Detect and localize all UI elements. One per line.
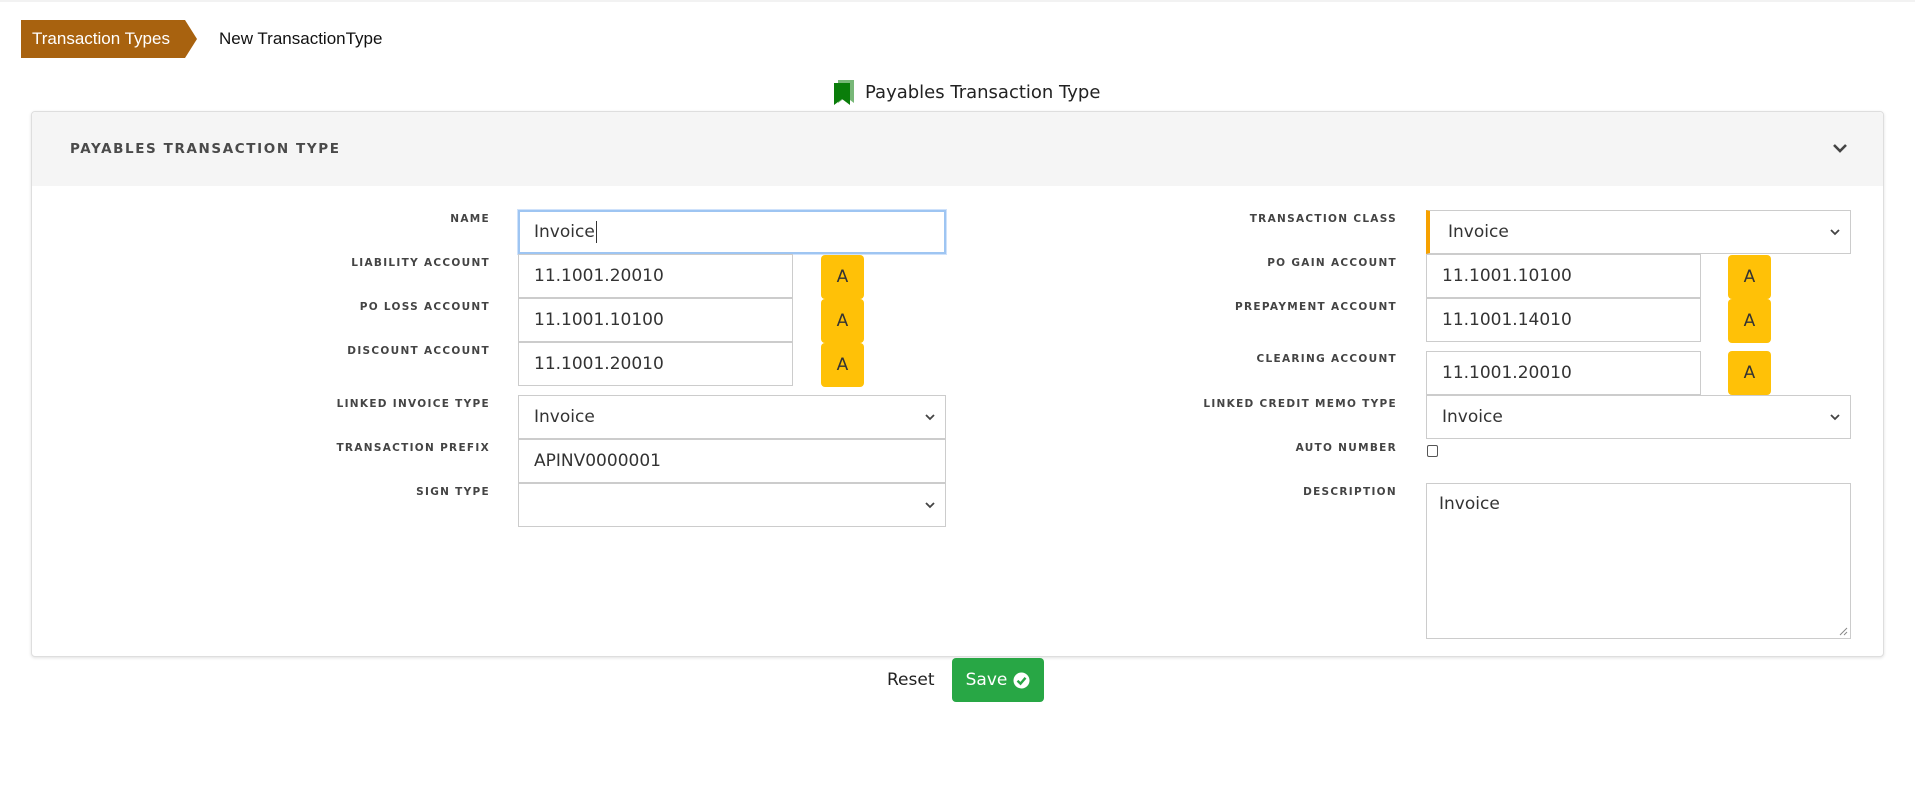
text-cursor: [595, 221, 597, 243]
page-title: Payables Transaction Type: [832, 78, 1100, 106]
linked-credit-memo-type-label: LINKED CREDIT MEMO TYPE: [1203, 398, 1397, 410]
description-textarea[interactable]: Invoice: [1426, 483, 1851, 639]
clearing-account-label: CLEARING ACCOUNT: [1256, 353, 1397, 365]
discount-account-label: DISCOUNT ACCOUNT: [347, 345, 490, 357]
name-input[interactable]: Invoice: [518, 210, 946, 254]
po-loss-account-lookup-button[interactable]: A: [821, 299, 864, 343]
description-value: Invoice: [1439, 494, 1500, 514]
page-title-text: Payables Transaction Type: [865, 81, 1101, 103]
save-label: Save: [965, 670, 1008, 690]
transaction-prefix-label: TRANSACTION PREFIX: [336, 442, 490, 454]
transaction-class-value: Invoice: [1448, 222, 1509, 242]
breadcrumb-current: New TransactionType: [219, 29, 383, 48]
liability-account-label: LIABILITY ACCOUNT: [351, 257, 490, 269]
resize-grip-icon[interactable]: [1838, 626, 1848, 636]
reset-button[interactable]: Reset: [887, 667, 935, 693]
transaction-prefix-input[interactable]: APINV0000001: [518, 439, 946, 483]
sign-type-select[interactable]: [518, 483, 946, 527]
top-divider: [0, 0, 1915, 2]
breadcrumb-transaction-types[interactable]: Transaction Types: [21, 20, 197, 58]
prepayment-account-input[interactable]: 11.1001.14010: [1426, 298, 1701, 342]
linked-invoice-type-select[interactable]: Invoice: [518, 395, 946, 439]
transaction-class-select[interactable]: Invoice: [1426, 210, 1851, 254]
name-value: Invoice: [534, 222, 595, 242]
check-circle-icon: [1013, 672, 1030, 688]
save-button[interactable]: Save: [952, 658, 1044, 702]
chevron-down-icon[interactable]: [1832, 142, 1848, 154]
prepayment-account-label: PREPAYMENT ACCOUNT: [1235, 301, 1397, 313]
sign-type-label: SIGN TYPE: [416, 486, 490, 498]
po-gain-account-lookup-button[interactable]: A: [1728, 255, 1771, 299]
linked-credit-memo-type-select[interactable]: Invoice: [1426, 395, 1851, 439]
liability-account-input[interactable]: 11.1001.20010: [518, 254, 793, 298]
card-title: PAYABLES TRANSACTION TYPE: [70, 141, 341, 157]
linked-invoice-type-label: LINKED INVOICE TYPE: [336, 398, 490, 410]
chevron-down-icon: [925, 414, 935, 421]
name-label: NAME: [450, 213, 490, 225]
card-header[interactable]: PAYABLES TRANSACTION TYPE: [32, 112, 1883, 186]
discount-account-lookup-button[interactable]: A: [821, 343, 864, 387]
chevron-down-icon: [1830, 414, 1840, 421]
auto-number-checkbox[interactable]: [1427, 445, 1438, 457]
linked-invoice-type-value: Invoice: [534, 407, 595, 427]
chevron-down-icon: [1830, 229, 1840, 236]
description-label: DESCRIPTION: [1303, 486, 1397, 498]
discount-account-input[interactable]: 11.1001.20010: [518, 342, 793, 386]
po-gain-account-label: PO GAIN ACCOUNT: [1267, 257, 1397, 269]
bookmark-icon: [834, 80, 854, 105]
linked-credit-memo-type-value: Invoice: [1442, 407, 1503, 427]
transaction-class-label: TRANSACTION CLASS: [1249, 213, 1397, 225]
po-loss-account-input[interactable]: 11.1001.10100: [518, 298, 793, 342]
prepayment-account-lookup-button[interactable]: A: [1728, 299, 1771, 343]
clearing-account-input[interactable]: 11.1001.20010: [1426, 351, 1701, 395]
liability-account-lookup-button[interactable]: A: [821, 255, 864, 299]
po-loss-account-label: PO LOSS ACCOUNT: [359, 301, 490, 313]
auto-number-label: AUTO NUMBER: [1295, 442, 1397, 454]
chevron-down-icon: [925, 502, 935, 509]
clearing-account-lookup-button[interactable]: A: [1728, 351, 1771, 395]
po-gain-account-input[interactable]: 11.1001.10100: [1426, 254, 1701, 298]
